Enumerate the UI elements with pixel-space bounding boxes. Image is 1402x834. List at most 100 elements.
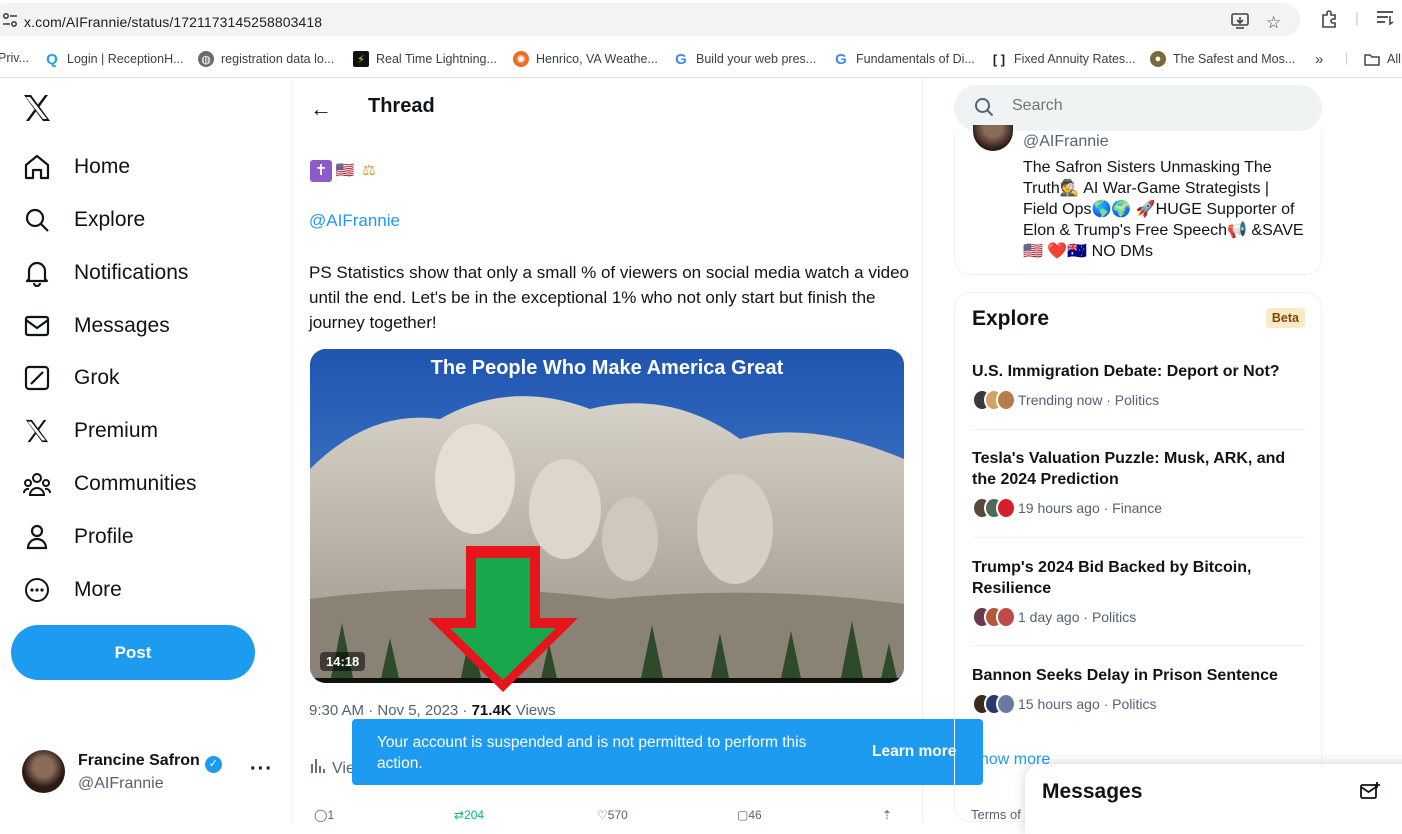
nav-label: Grok bbox=[74, 366, 120, 389]
account-switcher[interactable]: Francine Safron ✓ @AIFrannie ··· bbox=[22, 750, 282, 796]
share-icon[interactable]: ⇡ bbox=[882, 808, 892, 822]
trend-title: Bannon Seeks Delay in Prison Sentence bbox=[972, 667, 1278, 684]
trend-avatars bbox=[972, 497, 1016, 519]
trend-title: Trump's 2024 Bid Backed by Bitcoin, Resi… bbox=[972, 559, 1252, 597]
analytics-icon bbox=[310, 758, 326, 779]
profile-handle[interactable]: @AIFrannie bbox=[1023, 133, 1109, 151]
messages-drawer-title: Messages bbox=[1042, 780, 1143, 803]
bookmark-item[interactable]: [ ] Fixed Annuity Rates... bbox=[991, 51, 1136, 67]
down-arrow-annotation bbox=[428, 546, 578, 692]
trend-item[interactable]: Bannon Seeks Delay in Prison Sentence 15… bbox=[972, 665, 1307, 715]
nav-label: Profile bbox=[74, 525, 134, 548]
google-icon: G bbox=[675, 50, 687, 68]
trend-title: U.S. Immigration Debate: Deport or Not? bbox=[972, 363, 1280, 380]
bookmark-item[interactable]: ✺ Henrico, VA Weathe... bbox=[513, 51, 658, 67]
nav-home[interactable]: Home bbox=[22, 147, 130, 187]
bookmark-item[interactable]: ◍ registration data lo... bbox=[198, 51, 334, 67]
trend-item[interactable]: U.S. Immigration Debate: Deport or Not? … bbox=[972, 361, 1307, 411]
repost-button[interactable]: ⇄ 204 bbox=[454, 808, 484, 822]
beta-badge: Beta bbox=[1265, 308, 1305, 328]
post-button[interactable]: Post bbox=[11, 625, 255, 680]
nav-messages[interactable]: Messages bbox=[22, 306, 170, 346]
bell-icon bbox=[22, 258, 52, 288]
site-settings-icon[interactable] bbox=[2, 12, 18, 31]
toast-message: Your account is suspended and is not per… bbox=[377, 734, 807, 772]
more-bookmarks-button[interactable]: » bbox=[1315, 51, 1323, 68]
nav-premium[interactable]: Premium bbox=[22, 411, 158, 451]
bookmark-item[interactable]: Priv... bbox=[0, 51, 29, 65]
new-message-icon[interactable] bbox=[1360, 782, 1380, 805]
bookmark-button[interactable]: ▢ 46 bbox=[737, 808, 762, 822]
nav-more[interactable]: More bbox=[22, 570, 122, 610]
nav-label: More bbox=[74, 578, 122, 601]
grok-icon bbox=[22, 363, 52, 393]
extensions-icon[interactable] bbox=[1320, 10, 1338, 32]
divider bbox=[972, 645, 1305, 646]
video-player[interactable]: The People Who Make America Great 14:18 bbox=[310, 349, 904, 683]
nav-explore[interactable]: Explore bbox=[22, 200, 145, 240]
tweet-actions: ◯ 1 ⇄ 204 ♡ 570 ▢ 46 ⇡ bbox=[312, 808, 902, 822]
address-field[interactable]: x.com/AIFrannie/status/17211731452588034… bbox=[0, 3, 1300, 36]
x-logo[interactable] bbox=[22, 92, 52, 130]
bookmarks-bar: Priv... Q Login | ReceptionH... ◍ registra… bbox=[0, 40, 1402, 78]
bookmark-item[interactable]: G Build your web pres... bbox=[673, 50, 816, 68]
search-input[interactable] bbox=[1012, 97, 1292, 115]
back-arrow-icon[interactable]: ← bbox=[310, 96, 332, 122]
like-button[interactable]: ♡ 570 bbox=[597, 808, 628, 822]
messages-drawer[interactable]: Messages bbox=[1025, 764, 1402, 834]
nav-label: Communities bbox=[74, 472, 197, 495]
x-logo-icon bbox=[22, 416, 52, 446]
trend-title: Tesla's Valuation Puzzle: Musk, ARK, and… bbox=[972, 450, 1286, 488]
column-divider bbox=[922, 78, 923, 822]
bookmark-item[interactable]: Q Login | ReceptionH... bbox=[44, 51, 183, 68]
trend-item[interactable]: Trump's 2024 Bid Backed by Bitcoin, Resi… bbox=[972, 557, 1307, 628]
trend-avatars bbox=[972, 389, 1016, 411]
emoji-row: ✝ 🇺🇸 ⚖ bbox=[310, 160, 380, 182]
bookmark-item[interactable]: G Fundamentals of Di... bbox=[833, 50, 975, 68]
nav-label: Home bbox=[74, 155, 131, 178]
terms-link[interactable]: Terms of bbox=[971, 807, 1021, 822]
trend-item[interactable]: Tesla's Valuation Puzzle: Musk, ARK, and… bbox=[972, 448, 1307, 519]
page-title: Thread bbox=[368, 95, 435, 117]
learn-more-link[interactable]: Learn more bbox=[872, 743, 956, 761]
reply-button[interactable]: ◯ 1 bbox=[314, 808, 334, 822]
nav-label: Premium bbox=[74, 419, 159, 442]
browser-url-bar: x.com/AIFrannie/status/17211731452588034… bbox=[0, 0, 1402, 40]
verified-badge-icon: ✓ bbox=[204, 756, 222, 773]
nav-communities[interactable]: Communities bbox=[22, 464, 197, 504]
profile-card: @AIFrannie The Safron Sisters Unmasking … bbox=[954, 125, 1322, 275]
bookmark-item[interactable]: ⚡ Real Time Lightning... bbox=[353, 51, 497, 67]
view-analytics-link[interactable]: Vie bbox=[310, 758, 355, 779]
nav-grok[interactable]: Grok bbox=[22, 358, 120, 398]
nav-profile[interactable]: Profile bbox=[22, 517, 134, 557]
person-icon bbox=[22, 522, 52, 552]
us-flag-emoji-icon: 🇺🇸 bbox=[335, 162, 355, 179]
install-app-icon[interactable] bbox=[1231, 13, 1249, 33]
more-circle-icon bbox=[22, 575, 52, 605]
reading-list-icon[interactable] bbox=[1376, 10, 1394, 30]
scales-emoji-icon: ⚖ bbox=[362, 162, 376, 179]
suspension-toast: Your account is suspended and is not per… bbox=[352, 719, 983, 785]
nav-label: Explore bbox=[74, 208, 146, 231]
account-more-icon[interactable]: ··· bbox=[250, 758, 273, 781]
url-text[interactable]: x.com/AIFrannie/status/17211731452588034… bbox=[24, 14, 322, 30]
mention-link[interactable]: @AIFrannie bbox=[309, 211, 400, 231]
sun-icon: ✺ bbox=[513, 51, 529, 67]
trend-avatars bbox=[972, 693, 1016, 715]
views-count: 71.4K bbox=[471, 702, 512, 719]
profile-bio: The Safron Sisters Unmasking The Truth🕵 … bbox=[1023, 159, 1304, 260]
search-icon bbox=[22, 205, 52, 235]
bolt-icon: ⚡ bbox=[353, 51, 369, 67]
nav-notifications[interactable]: Notifications bbox=[22, 253, 188, 293]
folder-icon bbox=[1364, 51, 1380, 67]
google-icon: G bbox=[835, 50, 847, 68]
nav-label: Messages bbox=[74, 314, 170, 337]
bookmark-folder[interactable]: All bbox=[1364, 51, 1401, 67]
bookmark-star-icon[interactable]: ☆ bbox=[1266, 13, 1281, 33]
avatar bbox=[22, 750, 65, 793]
avatar[interactable] bbox=[973, 125, 1013, 151]
nav-label: Notifications bbox=[74, 261, 189, 284]
search-icon bbox=[974, 97, 994, 122]
tweet-text: PS Statistics show that only a small % o… bbox=[309, 263, 909, 332]
bookmark-item[interactable]: ● The Safest and Mos... bbox=[1150, 51, 1295, 67]
